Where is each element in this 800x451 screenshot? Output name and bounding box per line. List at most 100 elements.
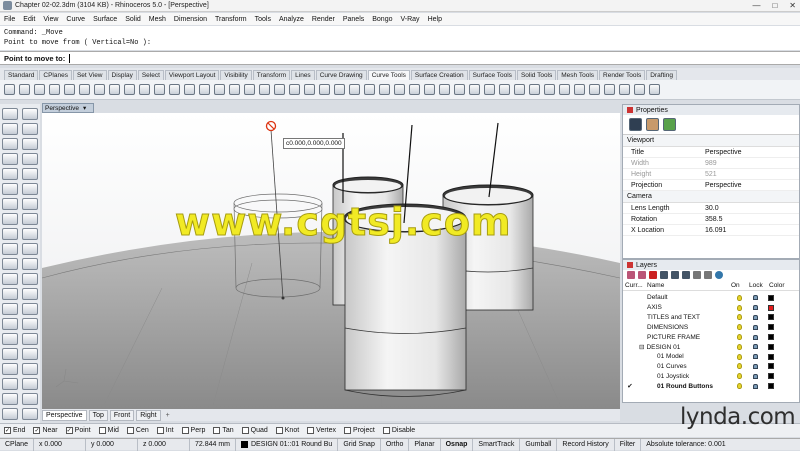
menu-file[interactable]: File (4, 16, 15, 23)
main-tool-icon[interactable] (22, 213, 38, 225)
layer-lock-toggle[interactable] (745, 334, 765, 340)
menu-curve[interactable]: Curve (66, 16, 85, 23)
layer-visibility-toggle[interactable] (733, 363, 745, 370)
layer-lock-toggle[interactable] (745, 295, 765, 301)
layer-name-cell[interactable]: ⊟ DESIGN 01 (637, 343, 733, 351)
checkbox[interactable] (275, 427, 283, 434)
col-lock[interactable]: Lock (749, 282, 769, 289)
main-tool-icon[interactable] (22, 363, 38, 375)
layer-name-cell[interactable]: TITLES and TEXT (637, 314, 733, 321)
main-tool-icon[interactable] (22, 288, 38, 300)
checkbox[interactable] (126, 427, 134, 434)
main-tool-icon[interactable] (2, 318, 18, 330)
main-tool-icon[interactable] (22, 408, 38, 420)
viewport-canvas[interactable] (42, 113, 620, 409)
menu-vray[interactable]: V-Ray (401, 16, 420, 23)
tab-visibility[interactable]: Visibility (220, 70, 252, 80)
osnap-quad[interactable]: Quad (241, 427, 268, 434)
main-tool-icon[interactable] (22, 378, 38, 390)
curve-tool-icon[interactable] (274, 84, 285, 95)
layer-row[interactable]: ⊟ DESIGN 01 (623, 342, 799, 352)
property-value[interactable]: Perspective (701, 182, 799, 189)
status-grid-snap[interactable]: Grid Snap (338, 438, 381, 451)
curve-tool-icon[interactable] (424, 84, 435, 95)
status-planar[interactable]: Planar (409, 438, 441, 451)
tab-curve-drawing[interactable]: Curve Drawing (315, 70, 367, 80)
layer-lock-toggle[interactable] (745, 344, 765, 350)
curve-tool-icon[interactable] (334, 84, 345, 95)
main-tool-icon[interactable] (2, 378, 18, 390)
main-tool-icon[interactable] (22, 393, 38, 405)
status-current-layer[interactable]: DESIGN 01::01 Round Bu (236, 438, 339, 451)
curve-tool-icon[interactable] (589, 84, 600, 95)
layer-visibility-toggle[interactable] (733, 304, 745, 311)
menu-help[interactable]: Help (428, 16, 442, 23)
main-tool-icon[interactable] (2, 393, 18, 405)
osnap-end[interactable]: ✓ End (4, 427, 25, 434)
curve-tool-icon[interactable] (559, 84, 570, 95)
main-tool-icon[interactable] (22, 108, 38, 120)
main-tool-icon[interactable] (2, 198, 18, 210)
menu-panels[interactable]: Panels (343, 16, 364, 23)
layer-visibility-toggle[interactable] (733, 314, 745, 321)
layer-visibility-toggle[interactable] (733, 334, 745, 341)
layer-lock-toggle[interactable] (745, 324, 765, 330)
menu-view[interactable]: View (43, 16, 58, 23)
status-filter[interactable]: Filter (615, 438, 642, 451)
curve-tool-icon[interactable] (619, 84, 630, 95)
layer-row[interactable]: Default (623, 293, 799, 303)
menu-render[interactable]: Render (312, 16, 335, 23)
menu-edit[interactable]: Edit (23, 16, 35, 23)
menu-mesh[interactable]: Mesh (149, 16, 166, 23)
main-tool-icon[interactable] (22, 153, 38, 165)
main-tool-icon[interactable] (22, 228, 38, 240)
material-icon[interactable] (646, 118, 659, 131)
layer-visibility-toggle[interactable] (733, 294, 745, 301)
curve-tool-icon[interactable] (544, 84, 555, 95)
tab-viewport-layout[interactable]: Viewport Layout (164, 70, 220, 80)
layer-name-cell[interactable]: 01 Curves (637, 363, 733, 370)
curve-tool-icon[interactable] (139, 84, 150, 95)
move-up-icon[interactable] (660, 271, 668, 279)
layer-color-button[interactable] (765, 334, 777, 341)
main-tool-icon[interactable] (2, 183, 18, 195)
menu-tools[interactable]: Tools (255, 16, 271, 23)
new-layer-icon[interactable] (627, 271, 635, 279)
layer-visibility-toggle[interactable] (733, 324, 745, 331)
filter-icon[interactable] (693, 271, 701, 279)
status-smarttrack[interactable]: SmartTrack (473, 438, 521, 451)
viewport-title-tab[interactable]: Perspective ▾ (42, 103, 94, 113)
new-sublayer-icon[interactable] (638, 271, 646, 279)
tools-icon[interactable] (704, 271, 712, 279)
main-tool-icon[interactable] (2, 153, 18, 165)
main-tool-icon[interactable] (22, 168, 38, 180)
curve-tool-icon[interactable] (304, 84, 315, 95)
curve-tool-icon[interactable] (34, 84, 45, 95)
tab-surface-tools[interactable]: Surface Tools (468, 70, 516, 80)
layer-name-cell[interactable]: Default (637, 294, 733, 301)
curve-tool-icon[interactable] (529, 84, 540, 95)
curve-tool-icon[interactable] (394, 84, 405, 95)
checkbox[interactable] (382, 427, 390, 434)
osnap-mid[interactable]: Mid (98, 427, 119, 434)
layer-row[interactable]: DIMENSIONS (623, 322, 799, 332)
layer-visibility-toggle[interactable] (733, 353, 745, 360)
col-name[interactable]: Name (647, 282, 731, 289)
curve-tool-icon[interactable] (19, 84, 30, 95)
curve-tool-icon[interactable] (649, 84, 660, 95)
menu-bongo[interactable]: Bongo (372, 16, 392, 23)
menu-surface[interactable]: Surface (93, 16, 117, 23)
curve-tool-icon[interactable] (169, 84, 180, 95)
menu-analyze[interactable]: Analyze (279, 16, 304, 23)
layer-row[interactable]: 01 Curves (623, 362, 799, 372)
main-tool-icon[interactable] (22, 123, 38, 135)
tab-display[interactable]: Display (107, 70, 137, 80)
layer-name-cell[interactable]: PICTURE FRAME (637, 334, 733, 341)
command-prompt[interactable]: Point to move to: (0, 51, 800, 65)
layer-row[interactable]: ✔ 01 Round Buttons (623, 381, 799, 391)
curve-tool-icon[interactable] (64, 84, 75, 95)
col-on[interactable]: On (731, 282, 749, 289)
osnap-near[interactable]: ✓ Near (33, 427, 58, 434)
main-tool-icon[interactable] (2, 273, 18, 285)
layer-color-button[interactable] (765, 304, 777, 311)
